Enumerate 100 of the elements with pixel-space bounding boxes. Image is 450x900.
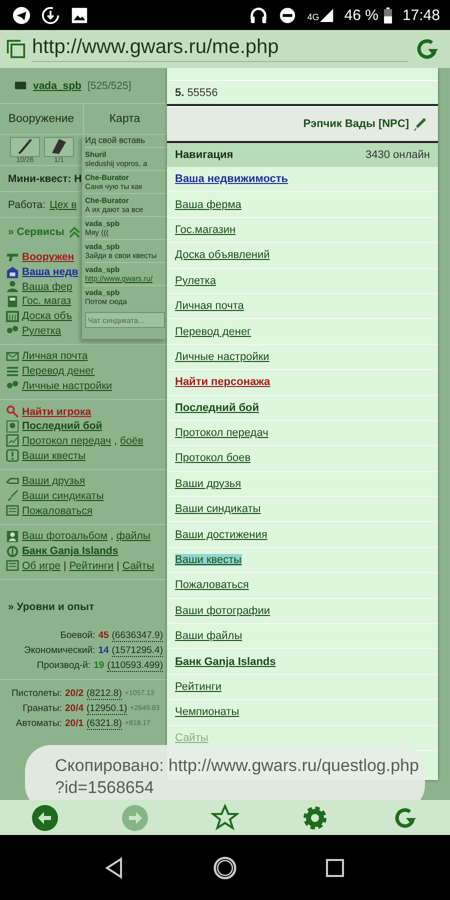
level-value: 14: [98, 645, 109, 656]
navigation-link[interactable]: Личная почта: [175, 300, 244, 312]
skill-value: 20/4: [65, 703, 84, 714]
skill-label: Пистолеты:: [10, 688, 62, 700]
menu-link[interactable]: Личные настройки: [22, 380, 112, 392]
navigation-link[interactable]: Найти персонажа: [175, 376, 270, 388]
envelope-icon: [6, 350, 19, 363]
copied-toast: Скопировано: http://www.gwars.ru/questlog.php ?id=1568654: [25, 745, 425, 800]
navigation-link[interactable]: Пожаловаться: [175, 579, 249, 592]
navigation-link[interactable]: Протокол боев: [175, 452, 251, 464]
menu-link[interactable]: Доска объ: [22, 310, 72, 322]
battery-icon: [384, 6, 392, 24]
level-label: Экономический:: [24, 645, 96, 656]
building-icon: [6, 266, 19, 279]
navigation-link[interactable]: Протокол передач: [175, 427, 268, 440]
navigation-link[interactable]: Чемпионаты: [175, 706, 240, 718]
level-value: 19: [94, 660, 104, 672]
dagger-icon: [6, 489, 19, 502]
online-count: 3430 онлайн: [366, 149, 430, 161]
navigation-link[interactable]: Ваши файлы: [175, 630, 242, 642]
menu-link[interactable]: Ваши друзья: [22, 475, 86, 488]
magnifier-icon: [6, 405, 19, 418]
menu-link[interactable]: Ваши синдикаты: [22, 490, 104, 502]
navigation-link[interactable]: Ваши друзья: [175, 478, 242, 490]
download-icon: [41, 6, 60, 24]
tabs-icon[interactable]: [6, 39, 26, 59]
navigation-title: Навигация: [175, 149, 234, 161]
exclamation-icon: [6, 449, 19, 462]
document-icon: [6, 504, 19, 518]
level-label: Производ-й:: [36, 660, 91, 672]
section-title: » Сервисы: [8, 226, 64, 238]
navigation-link[interactable]: Личные настройки: [175, 350, 270, 363]
menu-link[interactable]: Сайты: [122, 560, 154, 572]
home-icon[interactable]: [213, 856, 237, 880]
work-label: Работа:: [8, 198, 46, 210]
menu-link[interactable]: Вооружен: [22, 251, 74, 264]
rank-name: 55556: [187, 86, 218, 98]
item-slot[interactable]: [10, 137, 40, 157]
menu-link[interactable]: Протокол передач: [22, 434, 112, 447]
navigation-link[interactable]: Рулетка: [175, 274, 216, 287]
navigation-link[interactable]: Ваши квесты: [175, 554, 242, 566]
link-separator: |: [116, 560, 120, 572]
navigation-link[interactable]: Банк Ganja Islands: [175, 656, 276, 668]
item-slot[interactable]: [44, 137, 74, 157]
mini-quest-label: Мини-квест: Н: [8, 172, 82, 184]
navigation-link[interactable]: Сайты: [175, 732, 208, 744]
navigation-link[interactable]: Ваша ферма: [175, 198, 242, 211]
navigation-link[interactable]: Ваша недвижимость: [175, 173, 288, 186]
skill-value: 20/2: [65, 688, 84, 700]
menu-link[interactable]: Личная почта: [22, 350, 88, 362]
navigation-link[interactable]: Последний бой: [175, 402, 260, 414]
level-value: 45: [98, 630, 109, 642]
card-icon: [14, 79, 27, 92]
navigation-link[interactable]: Перевод денег: [175, 326, 252, 338]
chat-message: Ид свой вставь: [85, 135, 146, 147]
menu-link[interactable]: Ваша фер: [22, 280, 72, 293]
clock: 17:48: [402, 6, 440, 24]
work-link[interactable]: Цех в: [50, 198, 77, 210]
navigation-link[interactable]: Рейтинги: [175, 681, 222, 693]
navigation-link[interactable]: Ваши синдикаты: [175, 503, 261, 516]
bookmark-button[interactable]: [211, 804, 239, 832]
page-tab[interactable]: Вооружение: [0, 104, 84, 134]
menu-link[interactable]: Банк Ganja Islands: [22, 545, 118, 558]
experience-value: (8212.8): [86, 688, 122, 700]
menu-link[interactable]: Ваш фотоальбом: [22, 530, 108, 542]
battery-percent: 46 %: [344, 6, 378, 24]
menu-link[interactable]: Ваши квесты: [22, 450, 86, 462]
calculator-icon: [6, 294, 19, 308]
settings-button[interactable]: [301, 804, 329, 832]
link-separator: ,: [110, 530, 114, 542]
section-title: » Уровни и опыт: [8, 601, 94, 614]
menu-link[interactable]: Рейтинги: [69, 560, 114, 572]
player-hp: [525/525]: [87, 80, 132, 92]
signal-icon: [320, 8, 334, 22]
menu-link[interactable]: Перевод денег: [22, 365, 95, 378]
network-type: 4G: [307, 12, 320, 22]
player-link[interactable]: vada_spb: [33, 80, 82, 92]
level-label: Боевой:: [60, 630, 96, 642]
experience-value: (110593.499): [107, 660, 163, 672]
navigation-link[interactable]: Гос.магазин: [175, 224, 236, 236]
menu-link[interactable]: файлы: [116, 530, 150, 542]
skill-label: Автоматы:: [14, 718, 62, 730]
menu-link[interactable]: Об игре: [22, 560, 60, 572]
npc-name[interactable]: Рэпчик Вады [NPC]: [303, 118, 409, 130]
menu-link[interactable]: Последний бой: [22, 420, 102, 432]
navigation-link[interactable]: Ваши фотографии: [175, 604, 270, 617]
menu-link[interactable]: Ваша недв: [22, 266, 78, 278]
navigation-link[interactable]: Доска объявлений: [175, 249, 270, 262]
menu-link[interactable]: Рулетка: [22, 324, 62, 337]
document-icon: [6, 559, 19, 572]
navigation-link[interactable]: Ваши достижения: [175, 528, 268, 541]
list-icon: [6, 364, 19, 378]
menu-link[interactable]: Гос. магаз: [22, 295, 72, 308]
menu-link[interactable]: Пожаловаться: [22, 504, 93, 517]
person-icon: [6, 280, 19, 294]
menu-link[interactable]: Найти игрока: [22, 406, 92, 418]
link-separator: |: [63, 560, 66, 572]
menu-link[interactable]: боёв: [120, 434, 144, 447]
back-button[interactable]: [31, 804, 59, 832]
experience-value: (1571295.4): [112, 644, 163, 657]
